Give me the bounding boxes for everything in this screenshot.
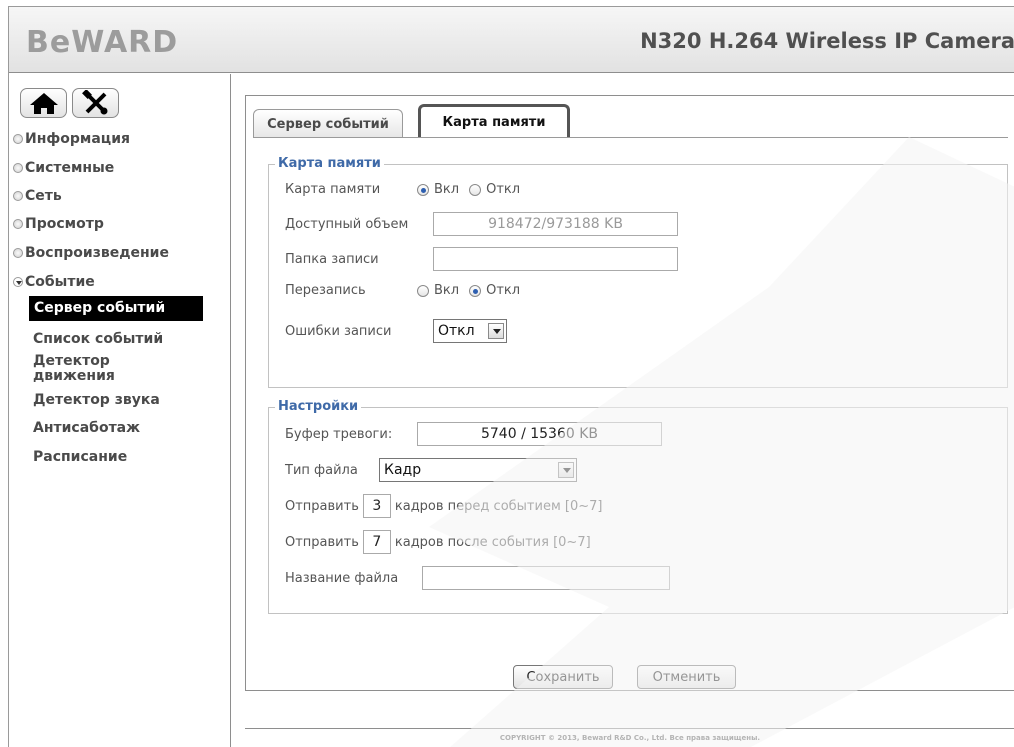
sidebar-item-label: Системные — [25, 160, 115, 176]
filename-row: Название файла — [285, 566, 670, 590]
bullet-icon — [13, 134, 23, 144]
chevron-down-icon — [558, 462, 574, 478]
overwrite-label: Перезапись — [285, 283, 366, 298]
sidebar-item-system[interactable]: Системные — [13, 158, 114, 178]
overwrite-off-label: Откл — [486, 283, 521, 298]
overwrite-on-radio[interactable] — [417, 284, 429, 297]
send-after-row: Отправить 7 кадров после события [0~7] — [285, 530, 591, 554]
send-after-prefix: Отправить — [285, 534, 359, 550]
send-after-field[interactable]: 7 — [362, 530, 391, 554]
sidebar-item-info[interactable]: Информация — [13, 129, 130, 149]
card-off-radio[interactable] — [469, 183, 482, 196]
alarm-buffer-label: Буфер тревоги: — [285, 426, 393, 442]
sidebar-item-event[interactable]: Событие — [13, 272, 95, 292]
home-icon — [29, 93, 58, 114]
sidebar-item-view[interactable]: Просмотр — [13, 214, 104, 234]
sidebar-subitem-event-server[interactable]: Сервер событий — [29, 296, 203, 321]
send-before-row: Отправить 3 кадров перед событием [0~7] — [285, 494, 602, 518]
file-type-row: Тип файла Кадр — [285, 458, 577, 482]
errors-select[interactable]: Откл — [433, 319, 507, 343]
memory-card-group: Карта памяти Карта памяти Вкл Откл Досту… — [268, 156, 1008, 388]
overwrite-off-radio[interactable] — [469, 284, 482, 297]
folder-label: Папка записи — [285, 251, 379, 267]
sidebar-item-label: Событие — [25, 274, 95, 290]
errors-select-value: Откл — [438, 323, 475, 339]
file-type-value: Кадр — [384, 462, 422, 478]
cancel-button[interactable]: Отменить — [637, 665, 736, 689]
app-window: BeWARD N320 H.264 Wireless IP Camera Инф… — [8, 6, 1014, 747]
sidebar-item-label: Просмотр — [25, 216, 104, 232]
capacity-row: Доступный объем 918472/973188 KB — [285, 212, 678, 236]
card-row: Карта памяти Вкл Откл — [285, 182, 530, 197]
capacity-label: Доступный объем — [285, 216, 409, 232]
sidebar-item-playback[interactable]: Воспроизведение — [13, 243, 169, 263]
overwrite-on-label: Вкл — [434, 283, 460, 298]
errors-row: Ошибки записи Откл — [285, 319, 507, 343]
alarm-buffer-row: Буфер тревоги: 5740 / 15360 KB — [285, 422, 662, 446]
folder-row: Папка записи — [285, 247, 678, 271]
sidebar-item-label: Информация — [25, 131, 130, 147]
product-title: N320 H.264 Wireless IP Camera — [640, 29, 1014, 53]
sidebar-subitem-schedule[interactable]: Расписание — [33, 450, 127, 465]
errors-label: Ошибки записи — [285, 323, 392, 339]
copyright-text: COPYRIGHT © 2013, Beward R&D Co., Ltd. В… — [499, 734, 761, 742]
bullet-icon — [13, 163, 23, 173]
chevron-down-icon — [488, 323, 504, 339]
settings-legend: Настройки — [275, 399, 362, 414]
settings-panel: Сервер событий Карта памяти Карта памяти… — [245, 95, 1014, 691]
tab-event-server[interactable]: Сервер событий — [253, 109, 403, 138]
sidebar-subitem-sound-detector[interactable]: Детектор звука — [33, 393, 160, 408]
alarm-buffer-field: 5740 / 15360 KB — [417, 422, 662, 446]
folder-field[interactable] — [433, 247, 678, 271]
header: BeWARD N320 H.264 Wireless IP Camera — [9, 7, 1014, 73]
card-on-label: Вкл — [434, 182, 460, 197]
tools-icon — [81, 90, 107, 115]
footer-divider — [245, 728, 1014, 729]
send-before-suffix: кадров перед событием [0~7] — [394, 498, 603, 514]
card-on-radio[interactable] — [417, 183, 429, 196]
overwrite-row: Перезапись Вкл Откл — [285, 283, 530, 298]
bullet-icon — [13, 248, 23, 258]
sidebar-item-label: Сеть — [25, 188, 62, 204]
card-off-label: Откл — [486, 182, 521, 197]
card-label: Карта памяти — [285, 182, 381, 197]
save-button[interactable]: Сохранить — [513, 665, 613, 689]
tab-divider — [253, 137, 1008, 138]
filename-label: Название файла — [285, 570, 399, 586]
settings-group: Настройки Буфер тревоги: 5740 / 15360 KB… — [268, 399, 1008, 614]
expanded-bullet-icon — [13, 277, 23, 287]
home-button[interactable] — [20, 88, 67, 118]
bullet-icon — [13, 191, 23, 201]
sidebar-subitem-motion-detector[interactable]: Детектор движения — [33, 354, 163, 384]
logo: BeWARD — [26, 25, 179, 60]
tab-memory-card[interactable]: Карта памяти — [418, 104, 570, 138]
send-before-field[interactable]: 3 — [362, 494, 391, 518]
send-after-suffix: кадров после события [0~7] — [394, 534, 591, 550]
sidebar-subitem-event-list[interactable]: Список событий — [33, 332, 163, 347]
tools-button[interactable] — [72, 88, 119, 118]
main-content: Сервер событий Карта памяти Карта памяти… — [232, 74, 1014, 747]
sidebar: Информация Системные Сеть Просмотр Воспр… — [9, 74, 231, 747]
file-type-label: Тип файла — [285, 462, 358, 478]
capacity-field: 918472/973188 KB — [433, 212, 678, 236]
sidebar-item-network[interactable]: Сеть — [13, 186, 62, 206]
send-before-prefix: Отправить — [285, 498, 359, 514]
bullet-icon — [13, 219, 23, 229]
sidebar-subitem-tamper[interactable]: Антисаботаж — [33, 421, 140, 436]
sidebar-item-label: Воспроизведение — [25, 245, 169, 261]
filename-field[interactable] — [422, 566, 670, 590]
file-type-select[interactable]: Кадр — [379, 458, 577, 482]
memory-card-legend: Карта памяти — [275, 156, 384, 171]
